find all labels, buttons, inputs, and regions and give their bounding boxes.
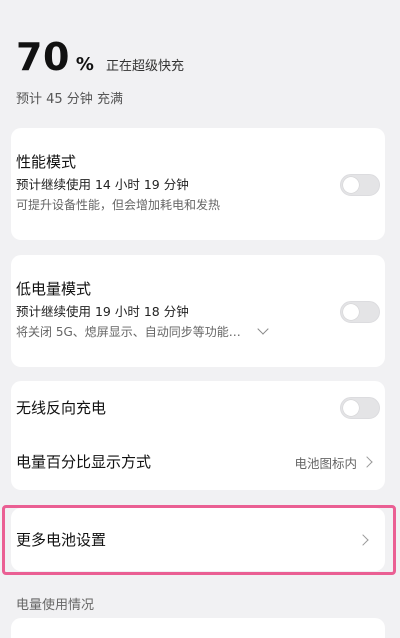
low-power-mode-description: 将关闭 5G、熄屏显示、自动同步等功能… <box>16 325 241 339</box>
full-charge-estimate: 预计 45 分钟 充满 <box>16 92 123 107</box>
low-power-mode-row[interactable]: 低电量模式 预计继续使用 19 小时 18 分钟 将关闭 5G、熄屏显示、自动同… <box>11 255 385 341</box>
battery-percent: 70 <box>16 35 70 79</box>
low-power-mode-card: 低电量模式 预计继续使用 19 小时 18 分钟 将关闭 5G、熄屏显示、自动同… <box>11 255 385 367</box>
chevron-right-icon <box>361 456 373 468</box>
usage-card <box>11 618 385 638</box>
battery-header: 70 % 正在超级快充 预计 45 分钟 充满 <box>16 34 384 107</box>
toggle-knob <box>343 304 359 320</box>
percentage-display-value-group: 电池图标内 <box>294 453 373 472</box>
percentage-display-row[interactable]: 电量百分比显示方式 电池图标内 <box>11 435 385 489</box>
chevron-right-icon <box>357 533 369 546</box>
low-power-mode-description-row: 将关闭 5G、熄屏显示、自动同步等功能… <box>16 323 371 341</box>
low-power-mode-estimate: 预计继续使用 19 小时 18 分钟 <box>16 304 189 319</box>
battery-percent-line: 70 % 正在超级快充 <box>16 34 384 80</box>
low-power-mode-toggle[interactable] <box>340 301 380 323</box>
performance-mode-toggle[interactable] <box>340 174 380 196</box>
expand-chevron-down-icon[interactable] <box>256 323 269 335</box>
more-battery-settings-card: 更多电池设置 <box>11 508 385 571</box>
toggle-knob <box>343 177 359 193</box>
performance-mode-card: 性能模式 预计继续使用 14 小时 19 分钟 可提升设备性能，但会增加耗电和发… <box>11 128 385 240</box>
wireless-reverse-charging-row[interactable]: 无线反向充电 <box>11 381 385 435</box>
low-power-mode-title: 低电量模式 <box>16 280 92 298</box>
percentage-display-title: 电量百分比显示方式 <box>16 453 152 471</box>
wireless-reverse-charging-title: 无线反向充电 <box>16 399 107 417</box>
wireless-reverse-charging-toggle[interactable] <box>340 397 380 419</box>
usage-section-label: 电量使用情况 <box>16 598 95 613</box>
charge-status: 正在超级快充 <box>105 59 184 74</box>
performance-mode-title: 性能模式 <box>16 153 77 171</box>
more-battery-settings-row[interactable]: 更多电池设置 <box>11 508 385 571</box>
performance-mode-estimate: 预计继续使用 14 小时 19 分钟 <box>16 177 189 192</box>
toggle-knob <box>343 400 359 416</box>
performance-mode-description: 可提升设备性能，但会增加耗电和发热 <box>16 198 221 212</box>
more-battery-settings-title: 更多电池设置 <box>16 530 107 549</box>
performance-mode-row[interactable]: 性能模式 预计继续使用 14 小时 19 分钟 可提升设备性能，但会增加耗电和发… <box>11 128 385 214</box>
charging-options-card: 无线反向充电 电量百分比显示方式 电池图标内 <box>11 381 385 490</box>
battery-percent-sign: % <box>75 54 94 75</box>
percentage-display-value: 电池图标内 <box>294 455 357 471</box>
